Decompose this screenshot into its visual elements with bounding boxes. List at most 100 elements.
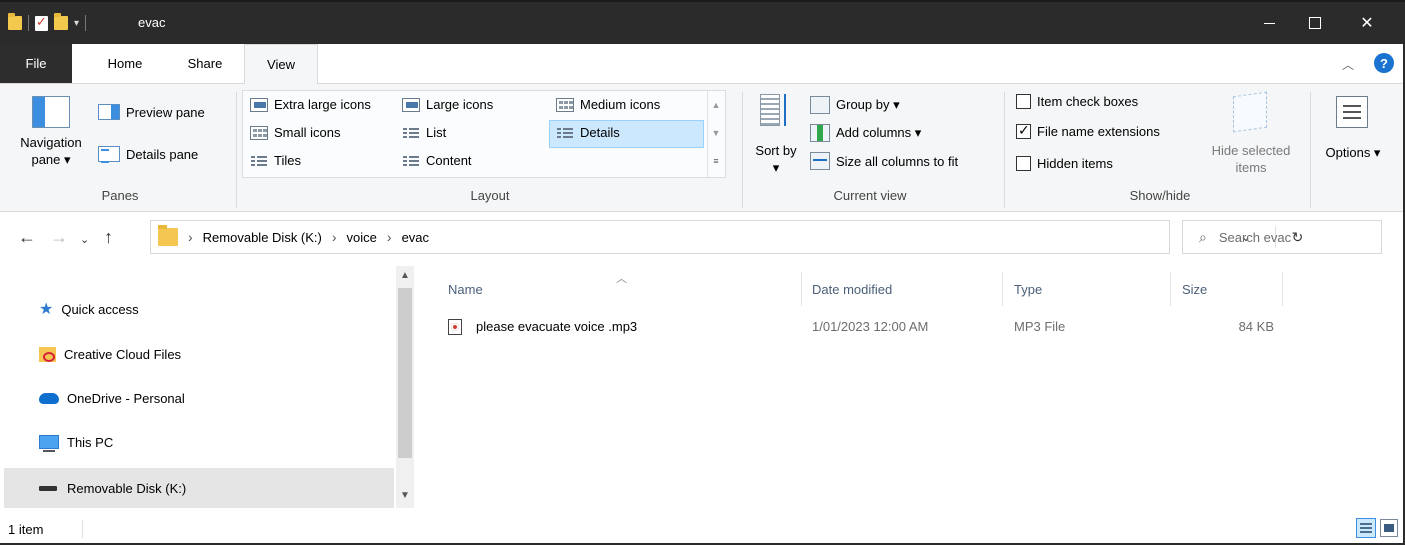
details-icon [556, 125, 574, 140]
search-input[interactable] [1218, 229, 1359, 245]
column-divider[interactable] [1282, 272, 1283, 306]
group-by-icon [810, 96, 830, 114]
folder-icon [158, 225, 178, 246]
nav-item-quick-access[interactable]: ★ Quick access [4, 289, 394, 329]
add-columns-button[interactable]: Add columns ▾ [810, 124, 921, 142]
up-arrow-icon[interactable]: ↑ [104, 227, 113, 248]
column-divider[interactable] [1002, 272, 1003, 306]
medium-icons-option[interactable]: Medium icons [556, 97, 660, 112]
large-icons-option[interactable]: Large icons [402, 97, 493, 112]
group-label-current-view: Current view [833, 188, 907, 203]
chevron-right-icon[interactable]: › [387, 229, 392, 245]
details-label: Details [580, 125, 620, 140]
list-option[interactable]: List [402, 125, 446, 140]
close-button[interactable] [1344, 2, 1390, 44]
item-check-boxes-toggle[interactable]: Item check boxes [1016, 94, 1138, 109]
file-name[interactable]: please evacuate voice .mp3 [476, 319, 637, 334]
nav-item-this-pc[interactable]: This PC [4, 422, 394, 462]
nav-item-creative-cloud[interactable]: Creative Cloud Files [4, 334, 394, 374]
folder-icon[interactable] [8, 13, 22, 30]
table-row[interactable]: please evacuate voice .mp3 1/01/2023 12:… [440, 314, 1300, 340]
minimize-button[interactable] [1246, 2, 1292, 44]
hide-selected-items-icon [1233, 91, 1267, 133]
file-name-extensions-checkbox[interactable] [1016, 122, 1031, 139]
small-icons-label: Small icons [274, 125, 341, 140]
tab-view[interactable]: View [244, 44, 318, 84]
group-label-show-hide: Show/hide [1129, 188, 1191, 203]
column-header-size[interactable]: Size [1182, 274, 1282, 304]
maximize-button[interactable] [1292, 2, 1338, 44]
item-check-boxes-checkbox[interactable] [1016, 94, 1031, 109]
large-icons-view-icon[interactable] [1380, 519, 1398, 537]
collapse-ribbon-icon[interactable]: ︿ [1342, 56, 1354, 73]
file-date-modified: 1/01/2023 12:00 AM [812, 319, 929, 334]
column-divider[interactable] [1170, 272, 1171, 306]
sort-by-icon[interactable] [760, 94, 794, 128]
tiles-option[interactable]: Tiles [250, 153, 301, 168]
chevron-right-icon[interactable]: › [332, 229, 337, 245]
breadcrumb-voice[interactable]: voice [347, 230, 377, 245]
customize-toolbar-icon[interactable]: ▾ [74, 18, 79, 29]
column-divider[interactable] [801, 272, 802, 306]
chevron-right-icon[interactable]: › [188, 229, 193, 245]
small-icons-option[interactable]: Small icons [250, 125, 340, 140]
navigation-pane: ★ Quick access Creative Cloud Files OneD… [0, 266, 400, 508]
column-header-type[interactable]: Type [1014, 274, 1174, 304]
details-pane-icon [98, 146, 120, 163]
title-bar: ▾ evac [0, 0, 1405, 44]
hide-selected-items-button: Hide selected items [1211, 143, 1291, 175]
address-bar[interactable]: › Removable Disk (K:) › voice › evac ⌄ ↻ [150, 220, 1303, 254]
breadcrumb-removable-disk[interactable]: Removable Disk (K:) [203, 230, 322, 245]
navigation-scrollbar[interactable]: ▲ ▼ [396, 266, 414, 508]
tab-file[interactable]: File [0, 44, 72, 83]
details-option[interactable]: Details [556, 125, 620, 140]
extra-large-icons-option[interactable]: Extra large icons [250, 97, 371, 112]
content-icon [402, 153, 420, 168]
options-button[interactable]: Options ▾ [1320, 144, 1386, 161]
forward-arrow-icon[interactable]: → [50, 227, 68, 248]
scrollbar-thumb[interactable] [398, 288, 412, 458]
properties-icon[interactable] [35, 14, 48, 31]
new-folder-icon[interactable] [54, 13, 68, 30]
preview-pane-button[interactable]: Preview pane [98, 104, 205, 120]
search-box[interactable]: ⌕ [1182, 220, 1382, 254]
group-divider [742, 92, 743, 208]
content-option[interactable]: Content [402, 153, 472, 168]
file-name-extensions-toggle[interactable]: File name extensions [1016, 122, 1160, 139]
details-pane-button[interactable]: Details pane [98, 146, 198, 163]
item-count: 1 item [8, 522, 44, 537]
sort-by-button[interactable]: Sort by ▾ [752, 142, 800, 176]
recent-locations-icon[interactable]: ⌄ [80, 233, 89, 246]
size-all-columns-button[interactable]: Size all columns to fit [810, 152, 958, 170]
tab-home[interactable]: Home [90, 44, 160, 83]
hidden-items-label: Hidden items [1037, 156, 1113, 171]
file-size: 84 KB [1238, 319, 1274, 334]
scroll-up-icon[interactable]: ▲ [708, 91, 724, 119]
scroll-down-icon[interactable]: ▼ [396, 490, 414, 501]
group-by-button[interactable]: Group by ▾ [810, 96, 900, 114]
expand-gallery-icon[interactable]: ≡ [708, 147, 724, 175]
back-arrow-icon[interactable]: ← [18, 227, 36, 248]
size-columns-icon [810, 152, 830, 170]
group-divider [1310, 92, 1311, 208]
medium-icons-label: Medium icons [580, 97, 661, 112]
navigation-pane-button[interactable]: Navigation pane ▾ [10, 134, 92, 168]
nav-item-removable-disk[interactable]: Removable Disk (K:) [4, 468, 394, 508]
hidden-items-toggle[interactable]: Hidden items [1016, 156, 1113, 171]
help-icon[interactable]: ? [1374, 53, 1394, 73]
options-icon[interactable] [1336, 96, 1368, 128]
tab-share[interactable]: Share [170, 44, 240, 83]
layout-gallery-scroll[interactable]: ▲ ▼ ≡ [707, 91, 724, 177]
column-header-name[interactable]: Name [448, 274, 801, 304]
extra-large-icons-label: Extra large icons [274, 97, 371, 112]
hidden-items-checkbox[interactable] [1016, 156, 1031, 171]
column-header-date-modified[interactable]: Date modified [812, 274, 1000, 304]
details-view-icon[interactable] [1356, 518, 1376, 538]
breadcrumb-evac[interactable]: evac [402, 230, 429, 245]
scroll-up-icon[interactable]: ▲ [396, 270, 414, 281]
scroll-down-icon[interactable]: ▼ [708, 119, 724, 147]
computer-icon [39, 435, 59, 452]
nav-item-onedrive[interactable]: OneDrive - Personal [4, 378, 394, 418]
preview-pane-label: Preview pane [126, 104, 205, 120]
navigation-pane-icon[interactable] [32, 96, 70, 128]
